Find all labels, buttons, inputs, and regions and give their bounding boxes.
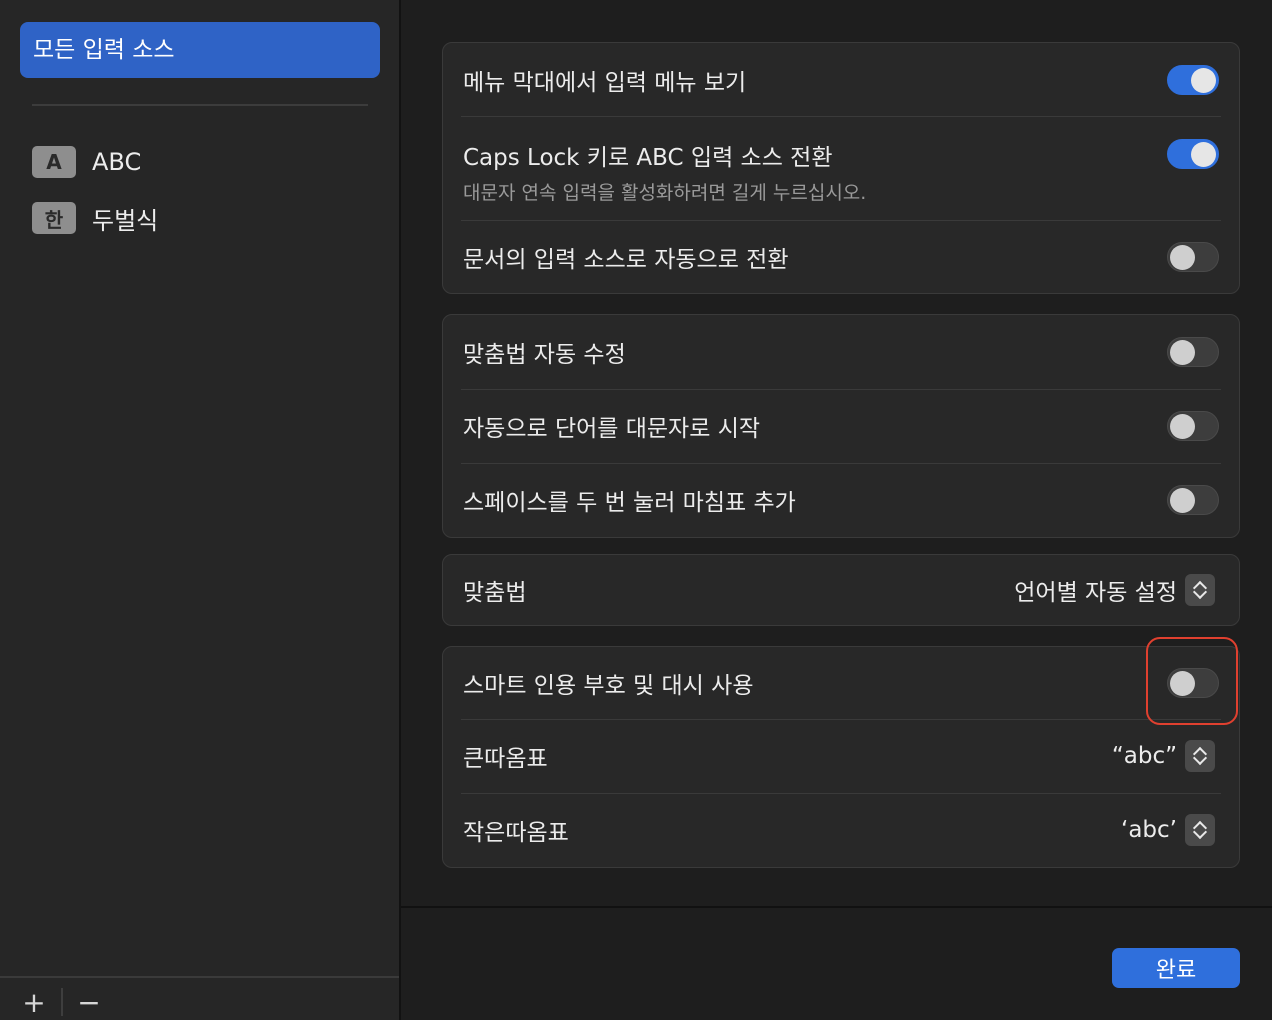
double-space-period-row: 스페이스를 두 번 눌러 마침표 추가: [443, 463, 1239, 537]
footer-separator: [61, 988, 63, 1016]
single-quotes-row: 작은따옴표 ‘abc’: [443, 793, 1239, 867]
source-item-dubeolsik[interactable]: 한 두벌식: [32, 202, 159, 235]
chevron-up-down-icon: [1185, 740, 1215, 772]
caps-lock-sublabel: 대문자 연속 입력을 활성화하려면 길게 누르십시오.: [463, 182, 867, 204]
source-label: ABC: [92, 148, 142, 176]
caps-lock-switch-toggle[interactable]: [1167, 139, 1219, 169]
add-source-button[interactable]: +: [16, 986, 52, 1020]
input-menu-settings-group: 메뉴 막대에서 입력 메뉴 보기 Caps Lock 키로 ABC 입력 소스 …: [442, 42, 1240, 294]
caps-lock-switch-row: Caps Lock 키로 ABC 입력 소스 전환 대문자 연속 입력을 활성화…: [443, 116, 1239, 220]
smart-quotes-row: 스마트 인용 부호 및 대시 사용: [443, 647, 1239, 719]
done-button[interactable]: 완료: [1112, 948, 1240, 988]
auto-switch-source-row: 문서의 입력 소스로 자동으로 전환: [443, 220, 1239, 293]
auto-capitalize-toggle[interactable]: [1167, 411, 1219, 441]
show-input-menu-label: 메뉴 막대에서 입력 메뉴 보기: [463, 69, 747, 96]
toggle-knob: [1170, 244, 1195, 270]
spelling-group: 맞춤법 언어별 자동 설정: [442, 554, 1240, 626]
source-item-abc[interactable]: A ABC: [32, 146, 141, 178]
double-space-period-label: 스페이스를 두 번 눌러 마침표 추가: [463, 490, 796, 516]
sidebar: 모든 입력 소스 A ABC 한 두벌식 + −: [0, 0, 401, 1020]
double-quotes-popup[interactable]: “abc”: [1112, 740, 1215, 772]
single-quotes-label: 작은따옴표: [463, 820, 569, 846]
toggle-knob: [1170, 488, 1195, 513]
hangul-badge-icon: 한: [32, 202, 76, 234]
sidebar-item-all-input-sources[interactable]: 모든 입력 소스: [20, 22, 380, 78]
show-input-menu-row: 메뉴 막대에서 입력 메뉴 보기: [443, 43, 1239, 116]
double-quotes-row: 큰따옴표 “abc”: [443, 719, 1239, 793]
smart-quotes-label: 스마트 인용 부호 및 대시 사용: [463, 673, 754, 699]
smart-quotes-group: 스마트 인용 부호 및 대시 사용 큰따옴표 “abc” 작은따옴표 ‘abc’: [442, 646, 1240, 868]
show-input-menu-toggle[interactable]: [1167, 64, 1219, 95]
auto-correct-toggle[interactable]: [1167, 337, 1219, 367]
footer-divider: [401, 906, 1272, 908]
remove-source-button[interactable]: −: [71, 986, 107, 1020]
highlight-annotation: [1146, 637, 1238, 725]
caps-lock-label: Caps Lock 키로 ABC 입력 소스 전환: [463, 145, 833, 171]
auto-capitalize-row: 자동으로 단어를 대문자로 시작: [443, 389, 1239, 463]
toggle-knob: [1170, 414, 1195, 439]
double-quotes-label: 큰따옴표: [463, 746, 548, 772]
auto-correct-label: 맞춤법 자동 수정: [463, 342, 626, 368]
auto-correct-row: 맞춤법 자동 수정: [443, 315, 1239, 389]
text-correction-group: 맞춤법 자동 수정 자동으로 단어를 대문자로 시작 스페이스를 두 번 눌러 …: [442, 314, 1240, 538]
abc-badge-icon: A: [32, 146, 76, 178]
caps-lock-text: Caps Lock 키로 ABC 입력 소스 전환 대문자 연속 입력을 활성화…: [463, 138, 1219, 205]
chevron-up-down-icon: [1185, 574, 1215, 606]
spelling-popup[interactable]: 언어별 자동 설정: [1014, 573, 1215, 607]
spelling-row: 맞춤법 언어별 자동 설정: [443, 555, 1239, 625]
chevron-up-down-icon: [1185, 814, 1215, 846]
single-quotes-value: ‘abc’: [1121, 817, 1177, 843]
source-label: 두벌식: [92, 206, 159, 235]
toggle-knob: [1191, 67, 1216, 93]
auto-switch-source-label: 문서의 입력 소스로 자동으로 전환: [463, 246, 789, 273]
spelling-value: 언어별 자동 설정: [1014, 580, 1177, 606]
toggle-knob: [1191, 142, 1216, 167]
auto-switch-source-toggle[interactable]: [1167, 241, 1219, 272]
sidebar-divider: [32, 104, 368, 106]
auto-capitalize-label: 자동으로 단어를 대문자로 시작: [463, 416, 761, 442]
toggle-knob: [1170, 340, 1195, 365]
single-quotes-popup[interactable]: ‘abc’: [1121, 814, 1215, 846]
double-quotes-value: “abc”: [1111, 743, 1177, 769]
double-space-period-toggle[interactable]: [1167, 485, 1219, 515]
sidebar-footer-divider: [0, 976, 399, 978]
